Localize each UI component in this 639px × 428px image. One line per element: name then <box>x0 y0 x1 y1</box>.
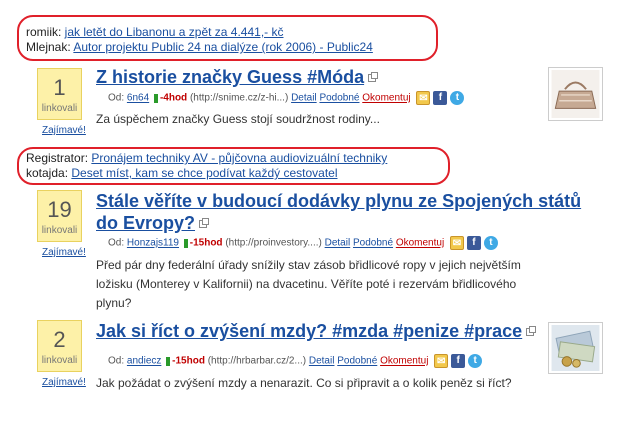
score-box: 19 linkovali <box>37 190 82 242</box>
time-ago: -15hod <box>189 237 223 249</box>
article-title[interactable]: Z historie značky Guess #Móda <box>96 67 364 87</box>
score-value: 2 <box>53 327 66 352</box>
related-link[interactable]: Pronájem techniky AV - půjčovna audioviz… <box>91 151 387 165</box>
related-user-label: Registrator: <box>26 151 92 165</box>
author-link[interactable]: andiecz <box>127 356 161 367</box>
article-meta: Od: 6n64 -4hod (http://snime.cz/z-hi...)… <box>108 91 465 106</box>
related-user-label: romiik: <box>26 25 65 39</box>
facebook-icon[interactable]: f <box>451 354 466 368</box>
article-thumbnail[interactable] <box>548 67 603 121</box>
detail-link[interactable]: Detail <box>291 93 317 104</box>
karma-bar <box>183 238 188 248</box>
related-row-registrator: Registrator: Pronájem techniky AV - půjč… <box>26 151 387 166</box>
article-meta: Od: Honzajs119 -15hod (http://proinvesto… <box>108 236 498 251</box>
comment-link[interactable]: Okomentuj <box>396 238 444 249</box>
score-box: 2 linkovali <box>37 320 82 372</box>
similar-link[interactable]: Podobné <box>319 93 359 104</box>
external-link-icon[interactable] <box>526 326 537 337</box>
score-label: linkovali <box>41 355 78 366</box>
similar-link[interactable]: Podobné <box>337 356 377 367</box>
author-link[interactable]: Honzajs119 <box>127 238 179 249</box>
article-title-link[interactable]: Stále věříte v budoucí dodávky plynu ze … <box>96 190 606 234</box>
related-row-kotajda: kotajda: Deset míst, kam se chce podívat… <box>26 166 338 181</box>
facebook-icon[interactable]: f <box>466 236 481 250</box>
article-description: Za úspěchem značky Guess stojí soudržnos… <box>96 112 380 126</box>
article-title-link[interactable]: Z historie značky Guess #Móda <box>96 66 386 88</box>
karma-bar <box>153 93 158 103</box>
source-url: (http://snime.cz/z-hi...) <box>189 92 289 104</box>
source-url: (http://proinvestory....) <box>225 237 322 249</box>
handbag-image <box>551 70 600 118</box>
twitter-icon[interactable]: t <box>468 354 483 368</box>
detail-link[interactable]: Detail <box>309 356 335 367</box>
similar-link[interactable]: Podobné <box>353 238 393 249</box>
karma-bar <box>166 356 171 366</box>
time-ago: -4hod <box>159 92 188 104</box>
mail-icon[interactable]: ✉ <box>416 91 431 105</box>
article-title-link[interactable]: Jak si říct o zvýšení mzdy? #mzda #peniz… <box>96 320 546 342</box>
article-meta: Od: andiecz -15hod (http://hrbarbar.cz/2… <box>108 354 483 369</box>
external-link-icon[interactable] <box>368 72 379 83</box>
external-link-icon[interactable] <box>199 218 210 229</box>
score-value: 1 <box>53 75 66 100</box>
score-label: linkovali <box>41 103 78 114</box>
article-title[interactable]: Jak si říct o zvýšení mzdy? #mzda #peniz… <box>96 321 522 341</box>
score-value: 19 <box>47 197 72 222</box>
related-link[interactable]: Deset míst, kam se chce podívat každý ce… <box>71 166 337 180</box>
comment-link[interactable]: Okomentuj <box>362 93 410 104</box>
article-description: Jak požádat o zvýšení mzdy a nenarazit. … <box>96 376 512 390</box>
author-link[interactable]: 6n64 <box>127 93 149 104</box>
money-image <box>551 325 600 371</box>
mail-icon[interactable]: ✉ <box>434 354 449 368</box>
related-user-label: kotajda: <box>26 166 72 180</box>
related-link[interactable]: Autor projektu Public 24 na dialýze (rok… <box>73 40 373 54</box>
zajimave-button[interactable]: Zajímavé! <box>42 125 86 136</box>
twitter-icon[interactable]: t <box>450 91 465 105</box>
article-thumbnail[interactable] <box>548 322 603 374</box>
mail-icon[interactable]: ✉ <box>449 236 464 250</box>
facebook-icon[interactable]: f <box>433 91 448 105</box>
twitter-icon[interactable]: t <box>483 236 498 250</box>
related-row-romiik: romiik: jak letět do Libanonu a zpět za … <box>26 25 283 40</box>
related-user-label: Mlejnak: <box>26 40 74 54</box>
zajimave-button[interactable]: Zajímavé! <box>42 247 86 258</box>
related-link[interactable]: jak letět do Libanonu a zpět za 4.441,- … <box>65 25 284 39</box>
score-box: 1 linkovali <box>37 68 82 120</box>
related-row-mlejnak: Mlejnak: Autor projektu Public 24 na dia… <box>26 40 373 55</box>
time-ago: -15hod <box>172 355 205 367</box>
article-title[interactable]: Stále věříte v budoucí dodávky plynu ze … <box>96 191 581 233</box>
score-label: linkovali <box>41 225 78 236</box>
article-description: Před pár dny federální úřady snížily sta… <box>96 258 521 310</box>
zajimave-button[interactable]: Zajímavé! <box>42 377 86 388</box>
detail-link[interactable]: Detail <box>325 238 351 249</box>
comment-link[interactable]: Okomentuj <box>380 356 428 367</box>
author-prefix: Od: <box>108 92 127 104</box>
author-prefix: Od: <box>108 237 127 249</box>
source-url: (http://hrbarbar.cz/2...) <box>207 355 307 367</box>
author-prefix: Od: <box>108 355 127 367</box>
